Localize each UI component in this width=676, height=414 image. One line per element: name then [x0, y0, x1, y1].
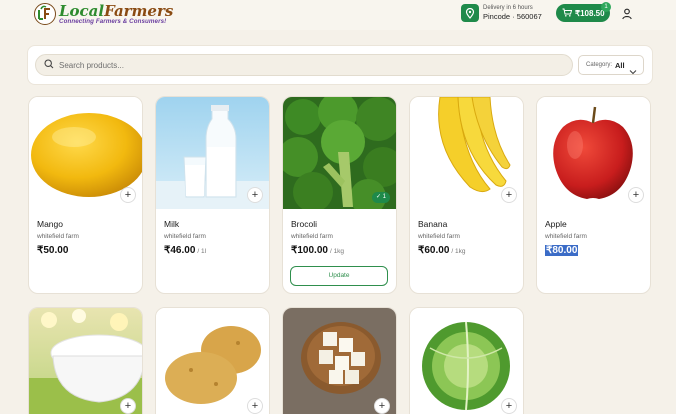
cart-count-badge: 1: [601, 2, 611, 12]
product-image-mango: +: [29, 97, 142, 209]
user-icon[interactable]: [620, 7, 634, 21]
top-header: LocalFarmers Connecting Farmers & Consum…: [0, 0, 676, 30]
location-pin-icon: [461, 4, 479, 22]
search-icon: [44, 56, 54, 74]
product-price: ₹80.00: [545, 245, 579, 256]
add-to-cart-button[interactable]: +: [501, 398, 517, 414]
product-price: ₹50.00: [37, 245, 69, 256]
product-image-cabbage: +: [410, 308, 523, 414]
product-name: Banana: [418, 219, 448, 229]
product-farm: whitefield farm: [545, 233, 587, 240]
add-to-cart-button[interactable]: +: [374, 398, 390, 414]
product-farm: whitefield farm: [164, 233, 206, 240]
product-price: ₹100.00/ 1kg: [291, 245, 345, 256]
logo-tagline: Connecting Farmers & Consumers!: [59, 17, 167, 25]
search-input[interactable]: [59, 60, 539, 70]
category-label: Category:: [586, 62, 613, 68]
product-farm: whitefield farm: [291, 233, 333, 240]
pincode: Pincode · 560067: [483, 12, 542, 21]
plus-icon: +: [505, 399, 513, 412]
product-image-potato: +: [156, 308, 269, 414]
product-image-paneer: +: [283, 308, 396, 414]
product-name: Mango: [37, 219, 63, 229]
logo[interactable]: LocalFarmers Connecting Farmers & Consum…: [34, 3, 173, 25]
plus-icon: +: [124, 188, 132, 201]
logo-badge-icon: [34, 3, 56, 25]
product-image-curd: +: [29, 308, 142, 414]
product-card-banana[interactable]: + Banana whitefield farm ₹60.00/ 1kg: [409, 96, 524, 294]
product-price: ₹60.00/ 1kg: [418, 245, 466, 256]
add-to-cart-button[interactable]: +: [501, 187, 517, 203]
cart-icon: [562, 8, 573, 19]
plus-icon: +: [251, 399, 259, 412]
product-card-curd[interactable]: +: [28, 307, 143, 414]
product-farm: whitefield farm: [37, 233, 79, 240]
cart-quantity-badge: ✓ 1: [372, 192, 390, 203]
product-card-apple[interactable]: + Apple whitefield farm ₹80.00: [536, 96, 651, 294]
add-to-cart-button[interactable]: +: [628, 187, 644, 203]
product-card-potato[interactable]: +: [155, 307, 270, 414]
product-image-apple: +: [537, 97, 650, 209]
add-to-cart-button[interactable]: +: [247, 187, 263, 203]
search-bar[interactable]: [35, 54, 573, 76]
add-to-cart-button[interactable]: +: [120, 187, 136, 203]
category-select[interactable]: Category: All: [578, 55, 644, 75]
product-name: Milk: [164, 219, 180, 229]
plus-icon: +: [505, 188, 513, 201]
chevron-down-icon: [629, 62, 637, 80]
plus-icon: +: [251, 188, 259, 201]
plus-icon: +: [378, 399, 386, 412]
product-card-mango[interactable]: + Mango whitefield farm ₹50.00: [28, 96, 143, 294]
plus-icon: +: [124, 399, 132, 412]
product-image-brocoli: ✓ 1: [283, 97, 396, 209]
product-image-banana: +: [410, 97, 523, 209]
delivery-time: Delivery in 6 hours: [483, 5, 533, 11]
delivery-location[interactable]: Delivery in 6 hours Pincode · 560067: [461, 4, 542, 22]
product-image-milk: +: [156, 97, 269, 209]
logo-title: LocalFarmers: [59, 1, 174, 20]
product-name: Apple: [545, 219, 567, 229]
product-name: Brocoli: [291, 219, 317, 229]
plus-icon: +: [632, 188, 640, 201]
product-card-cabbage[interactable]: +: [409, 307, 524, 414]
add-to-cart-button[interactable]: +: [247, 398, 263, 414]
add-to-cart-button[interactable]: +: [120, 398, 136, 414]
product-card-paneer[interactable]: +: [282, 307, 397, 414]
product-price: ₹46.00/ 1l: [164, 245, 207, 256]
category-value: All: [615, 60, 625, 70]
product-card-brocoli[interactable]: ✓ 1 Brocoli whitefield farm ₹100.00/ 1kg…: [282, 96, 397, 294]
product-card-milk[interactable]: + Milk whitefield farm ₹46.00/ 1l: [155, 96, 270, 294]
update-button[interactable]: Update: [290, 266, 388, 286]
product-farm: whitefield farm: [418, 233, 460, 240]
cart-total: ₹108.50: [575, 8, 605, 18]
